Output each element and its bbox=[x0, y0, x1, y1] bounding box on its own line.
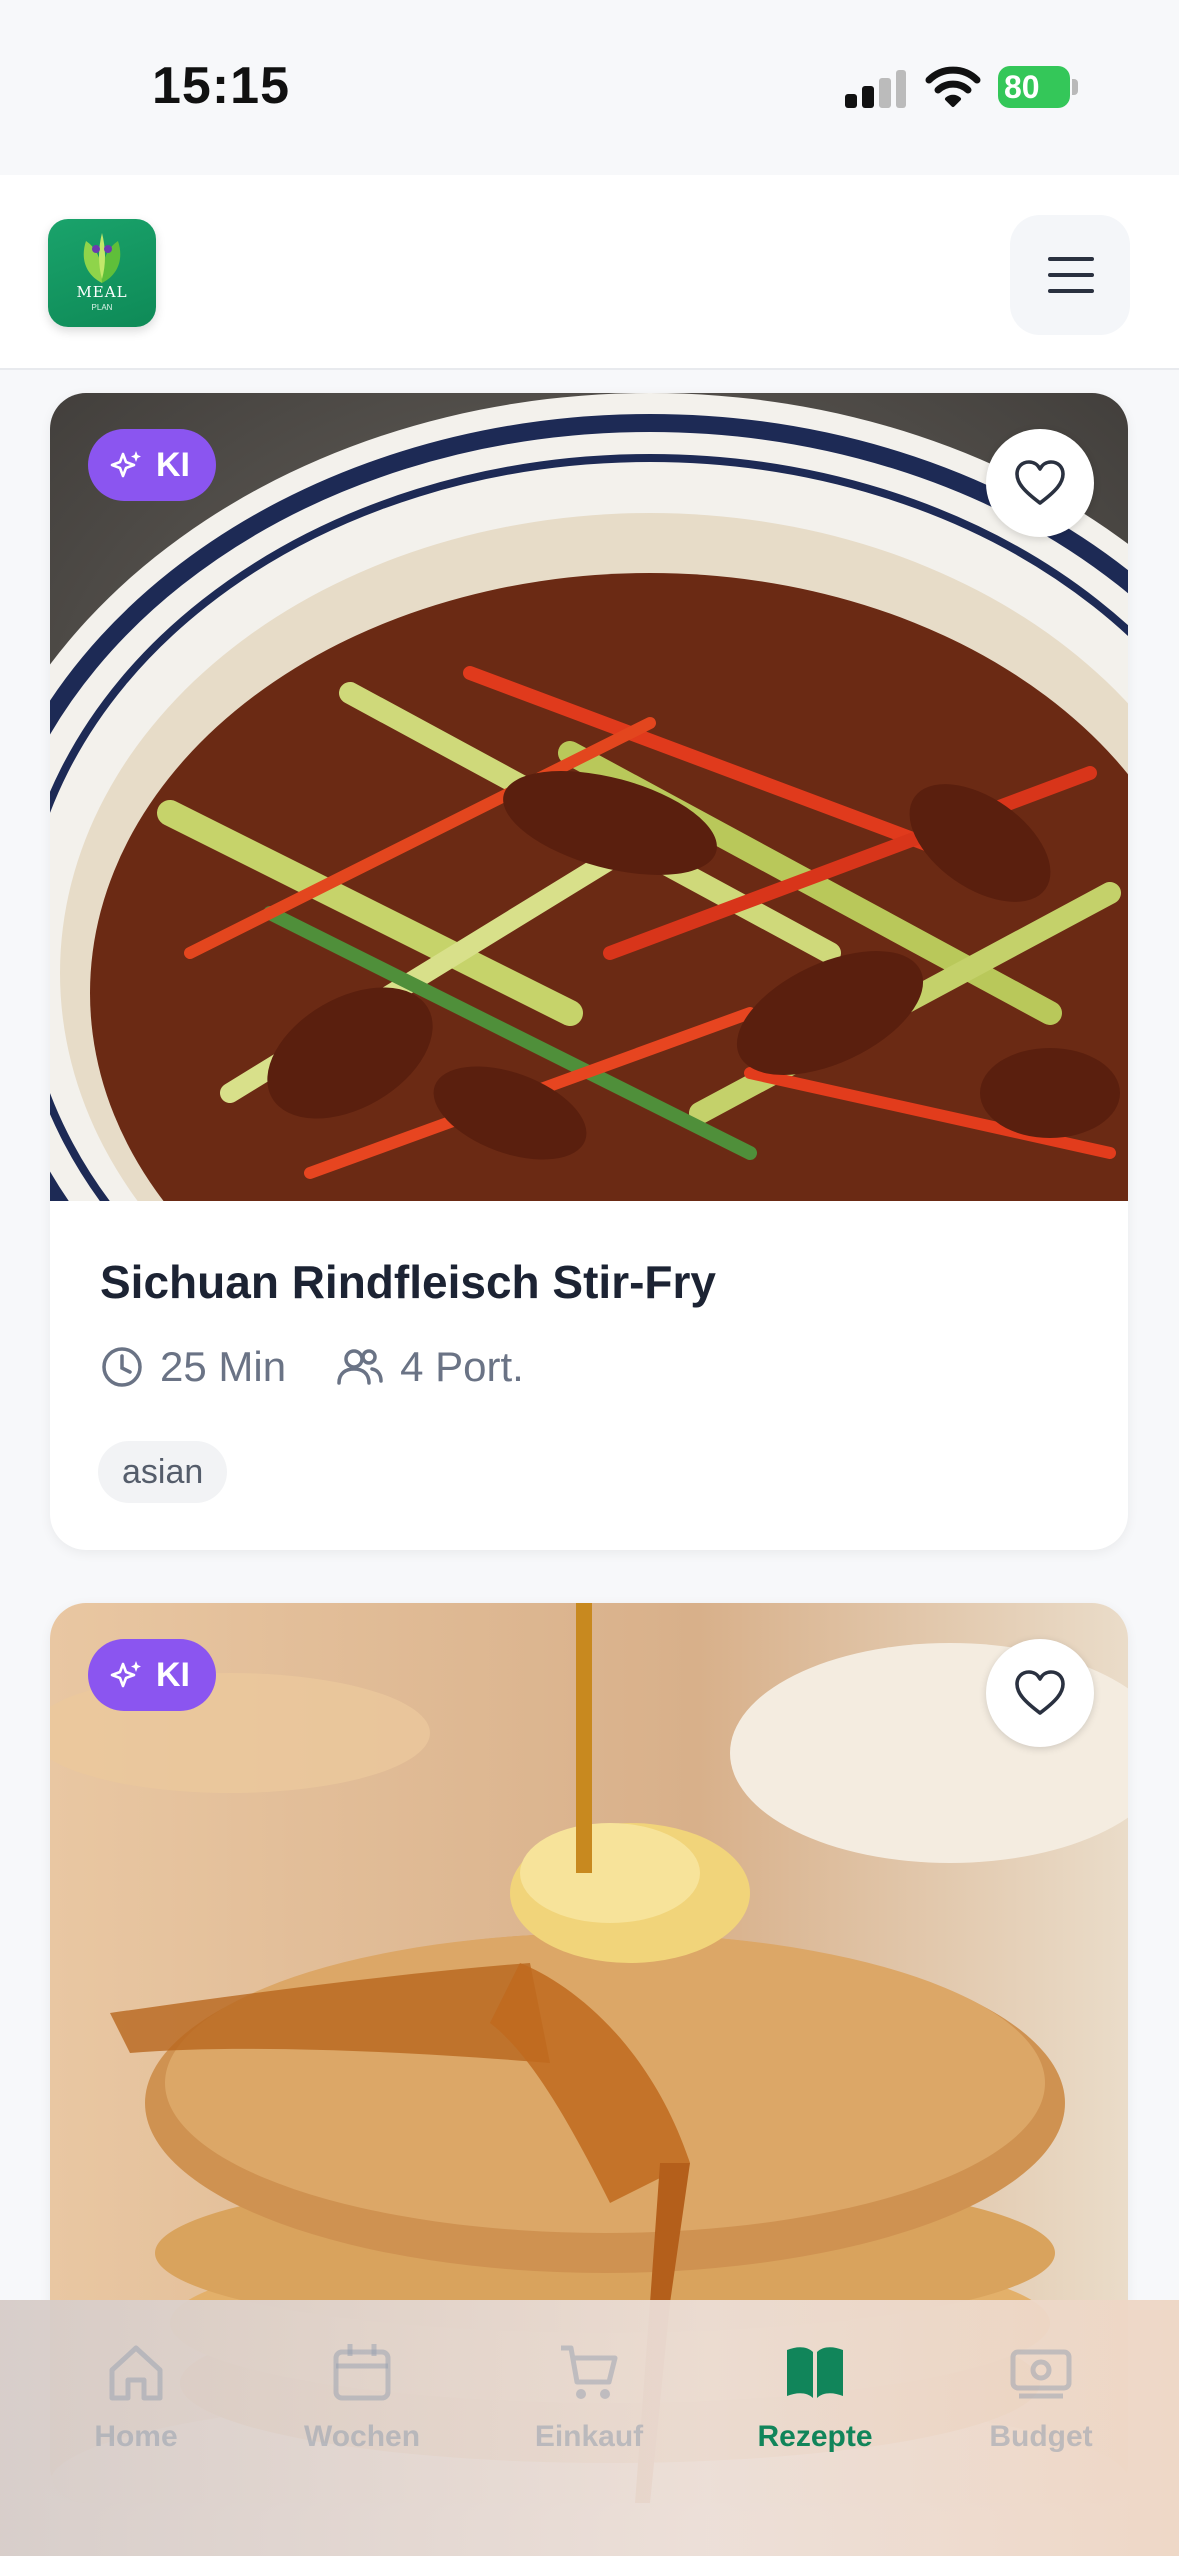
nav-label-home: Home bbox=[94, 2420, 178, 2453]
menu-button[interactable] bbox=[1010, 215, 1130, 335]
cook-time: 25 Min bbox=[100, 1343, 286, 1391]
bottom-nav: Home Wochen Einkauf Rezepte Budget bbox=[0, 2300, 1179, 2556]
people-icon bbox=[337, 1349, 383, 1385]
leaf-icon bbox=[83, 233, 121, 283]
ai-badge: KI bbox=[88, 1639, 216, 1711]
favorite-button[interactable] bbox=[986, 429, 1094, 537]
nav-label-shopping: Einkauf bbox=[534, 2420, 644, 2453]
home-icon bbox=[109, 2345, 163, 2401]
app-logo[interactable]: MEAL PLAN bbox=[48, 219, 156, 327]
heart-icon bbox=[1015, 460, 1065, 505]
nav-label-recipes: Rezepte bbox=[757, 2420, 873, 2453]
sparkles-icon bbox=[110, 451, 141, 478]
recipe-card[interactable]: KI Sichuan Rindfleisch Stir-Fry 25 Min 4… bbox=[50, 393, 1128, 1550]
status-bar: 15:15 80 bbox=[0, 0, 1179, 175]
nav-item-recipes[interactable]: Rezepte bbox=[715, 2340, 915, 2454]
heart-icon bbox=[1015, 1670, 1065, 1715]
signal-icon bbox=[845, 70, 907, 108]
nav-label-budget: Budget bbox=[989, 2420, 1093, 2453]
logo-subtext: PLAN bbox=[91, 303, 113, 312]
recipe-image bbox=[50, 393, 1128, 1201]
ai-badge-label: KI bbox=[156, 445, 190, 484]
clock-icon bbox=[102, 1347, 142, 1387]
money-icon bbox=[1010, 2349, 1072, 2399]
nav-item-budget[interactable]: Budget bbox=[941, 2340, 1141, 2454]
calendar-icon bbox=[333, 2344, 391, 2401]
favorite-button[interactable] bbox=[986, 1639, 1094, 1747]
app-header: MEAL PLAN bbox=[0, 175, 1179, 370]
nav-item-week[interactable]: Wochen bbox=[262, 2340, 462, 2454]
book-icon bbox=[787, 2347, 843, 2398]
recipe-meta: 25 Min 4 Port. bbox=[100, 1343, 574, 1391]
menu-icon bbox=[1048, 257, 1094, 261]
ai-badge-label: KI bbox=[156, 1655, 190, 1694]
nav-label-week: Wochen bbox=[303, 2420, 421, 2453]
portions: 4 Port. bbox=[336, 1343, 524, 1391]
cook-time-label: 25 Min bbox=[160, 1343, 287, 1390]
recipe-title: Sichuan Rindfleisch Stir-Fry bbox=[100, 1256, 716, 1308]
nav-item-home[interactable]: Home bbox=[36, 2340, 236, 2454]
status-time: 15:15 bbox=[152, 57, 290, 115]
cart-icon bbox=[561, 2345, 618, 2399]
sparkles-icon bbox=[110, 1661, 141, 1688]
battery-icon: 80 bbox=[998, 66, 1080, 108]
cuisine-tag: asian bbox=[98, 1441, 228, 1503]
nav-item-shopping[interactable]: Einkauf bbox=[489, 2340, 689, 2454]
logo-text: MEAL bbox=[76, 283, 128, 301]
ai-badge: KI bbox=[88, 429, 216, 501]
screen: 15:15 80 MEAL PLAN KI Sichuan Rindfleisc… bbox=[0, 0, 1179, 2556]
wifi-icon bbox=[925, 66, 981, 107]
portions-label: 4 Port. bbox=[400, 1343, 524, 1390]
battery-level: 80 bbox=[1004, 69, 1040, 105]
